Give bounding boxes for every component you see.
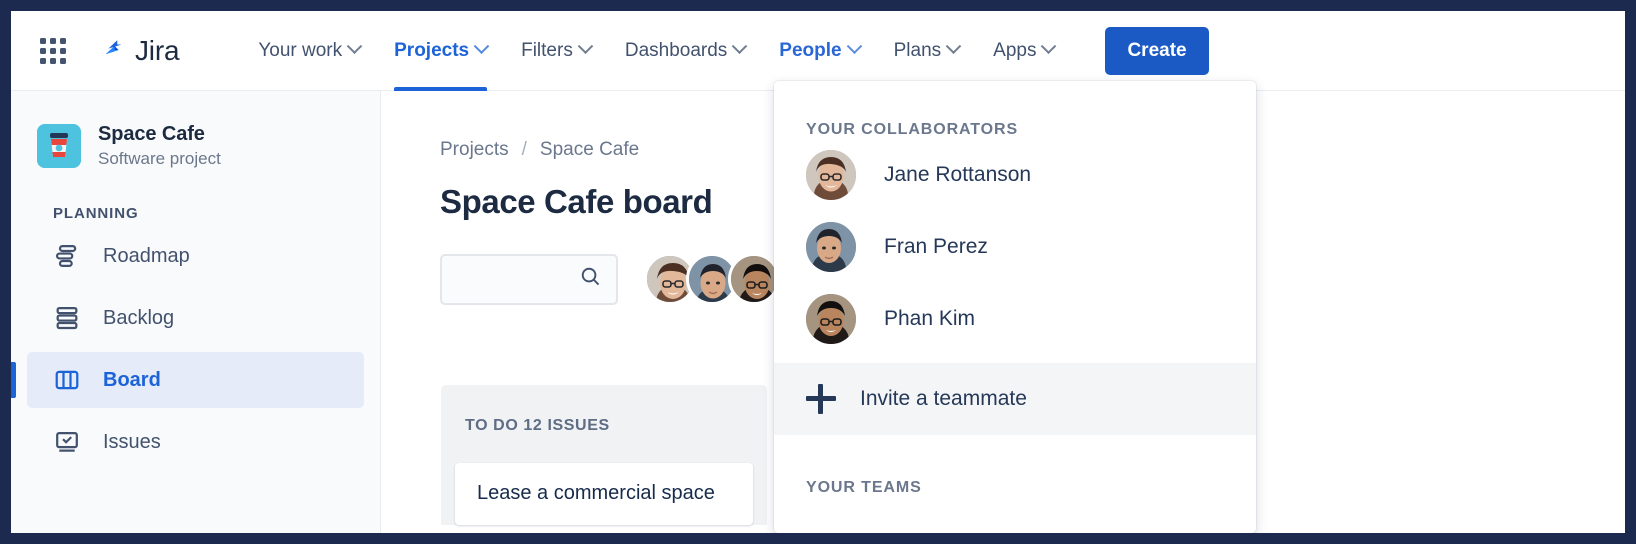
sidebar-label-backlog: Backlog	[103, 306, 175, 329]
jira-mark-icon	[99, 36, 129, 66]
jira-logo[interactable]: Jira	[99, 34, 180, 67]
dropdown-person-jane-rottanson[interactable]: Jane Rottanson	[774, 139, 1256, 211]
search-input[interactable]	[459, 269, 579, 289]
project-sidebar: Space Cafe Software project PLANNING Roa…	[11, 91, 381, 533]
nav-item-filters[interactable]: Filters	[504, 11, 608, 91]
chevron-down-icon	[732, 38, 748, 55]
chevron-down-icon	[473, 38, 490, 55]
app-window: Jira Your work Projects Filters Dashboar…	[11, 11, 1625, 533]
chevron-down-icon	[1041, 38, 1057, 55]
dropdown-person-phan-kim[interactable]: Phan Kim	[774, 283, 1256, 355]
invite-a-teammate-item[interactable]: Invite a teammate	[774, 363, 1256, 435]
avatar[interactable]	[728, 253, 780, 305]
dropdown-person-fran-perez[interactable]: Fran Perez	[774, 211, 1256, 283]
chevron-down-icon	[945, 38, 962, 55]
column-header: TO DO 12 ISSUES	[465, 417, 610, 434]
breadcrumb-projects[interactable]: Projects	[440, 139, 509, 161]
nav-label-projects: Projects	[394, 39, 470, 61]
issues-icon	[53, 428, 81, 456]
project-name: Space Cafe	[98, 123, 205, 145]
nav-item-people[interactable]: People	[762, 11, 876, 91]
dropdown-person-name: Fran Perez	[884, 235, 988, 258]
nav-item-apps[interactable]: Apps	[976, 11, 1071, 91]
dropdown-section-teams: YOUR TEAMS	[806, 479, 922, 496]
dropdown-section-collaborators: YOUR COLLABORATORS	[806, 121, 1019, 138]
issue-card-title: Lease a commercial space	[477, 482, 715, 504]
active-tab-indicator	[394, 86, 488, 91]
plus-icon	[806, 384, 836, 414]
roadmap-icon	[53, 242, 81, 270]
project-type: Software project	[98, 149, 221, 168]
breadcrumb-separator: /	[521, 139, 527, 160]
avatar-group	[644, 253, 780, 305]
project-header[interactable]: Space Cafe Software project	[11, 91, 380, 169]
nav-label-people: People	[779, 39, 842, 61]
search-icon[interactable]	[579, 265, 602, 293]
sidebar-item-issues[interactable]: Issues	[27, 414, 364, 470]
nav-item-plans[interactable]: Plans	[877, 11, 977, 91]
avatar	[806, 294, 856, 344]
sidebar-label-issues: Issues	[103, 430, 161, 453]
nav-item-dashboards[interactable]: Dashboards	[608, 11, 762, 91]
dropdown-person-name: Phan Kim	[884, 307, 976, 330]
chevron-down-icon	[577, 38, 594, 55]
nav-label-filters: Filters	[521, 39, 573, 61]
nav-label-your-work: Your work	[258, 39, 343, 61]
nav-item-projects[interactable]: Projects	[377, 11, 504, 91]
sidebar-section-planning: PLANNING	[53, 205, 139, 222]
coffee-cup-icon	[37, 124, 81, 168]
board-column-todo: TO DO 12 ISSUES Lease a commercial space	[441, 385, 767, 525]
top-navigation-bar: Jira Your work Projects Filters Dashboar…	[11, 11, 1625, 91]
chevron-down-icon	[846, 38, 862, 55]
sidebar-label-board: Board	[103, 368, 161, 391]
jira-wordmark: Jira	[135, 34, 180, 66]
people-dropdown-menu: YOUR COLLABORATORS Jane Rottanson Fran P…	[774, 81, 1256, 533]
board-icon	[53, 366, 81, 394]
nav-label-dashboards: Dashboards	[624, 39, 728, 61]
create-button[interactable]: Create	[1105, 26, 1209, 75]
sidebar-item-roadmap[interactable]: Roadmap	[27, 228, 364, 284]
dropdown-person-name: Jane Rottanson	[884, 163, 1032, 186]
issue-card[interactable]: Lease a commercial space	[455, 463, 753, 525]
grid-apps-icon[interactable]	[40, 37, 66, 64]
backlog-icon	[53, 304, 81, 332]
sidebar-item-backlog[interactable]: Backlog	[27, 290, 364, 346]
avatar	[806, 150, 856, 200]
nav-label-apps: Apps	[993, 39, 1037, 61]
breadcrumb-space-cafe[interactable]: Space Cafe	[540, 139, 639, 161]
avatar	[806, 222, 856, 272]
sidebar-item-board[interactable]: Board	[11, 352, 364, 408]
invite-label: Invite a teammate	[860, 387, 1027, 410]
sidebar-label-roadmap: Roadmap	[103, 244, 190, 267]
selected-indicator	[11, 362, 16, 398]
chevron-down-icon	[346, 38, 363, 55]
search-box[interactable]	[440, 253, 618, 305]
nav-label-plans: Plans	[893, 39, 942, 61]
nav-item-your-work[interactable]: Your work	[241, 11, 377, 91]
